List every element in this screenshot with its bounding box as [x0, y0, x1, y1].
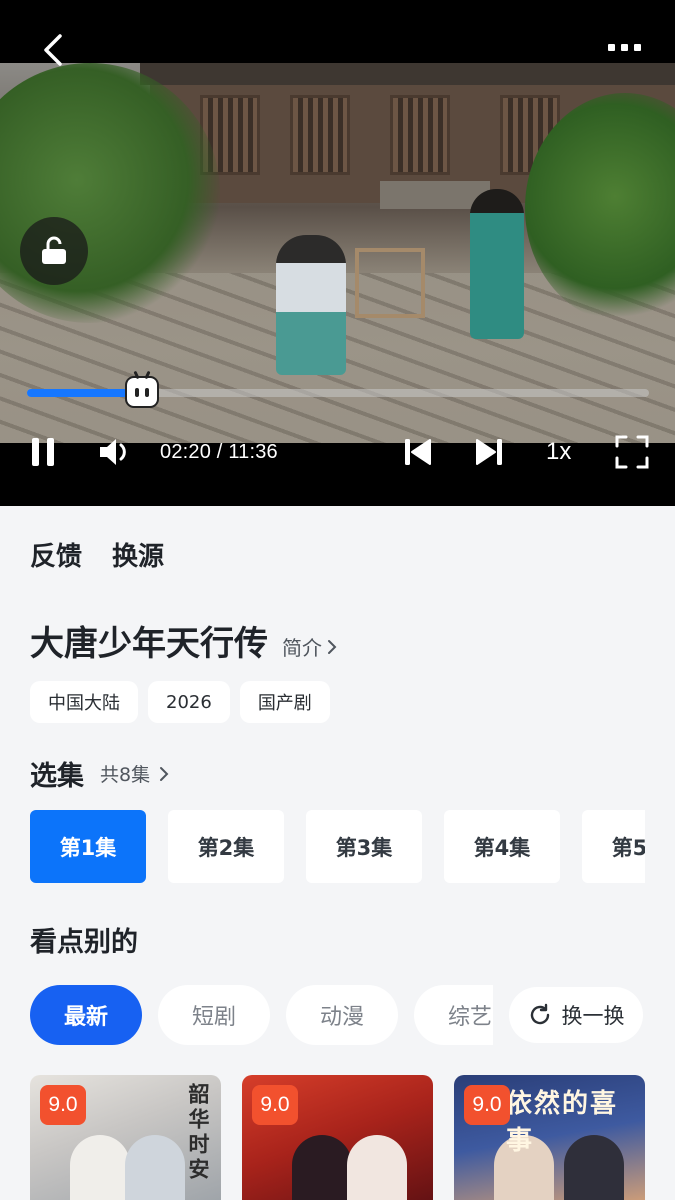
progress-thumb-mascot-icon[interactable] [125, 376, 160, 408]
more-dots-icon [608, 44, 615, 51]
episode-item[interactable]: 第3集 [306, 810, 422, 883]
episode-list[interactable]: 第1集 第2集 第3集 第4集 第5集 [30, 810, 645, 884]
category-tab-anime[interactable]: 动漫 [286, 985, 398, 1045]
poster-card[interactable]: 依然的喜事 9.0 [454, 1075, 645, 1200]
scene-roof [140, 63, 675, 85]
category-tab-short-drama[interactable]: 短剧 [158, 985, 270, 1045]
episodes-count: 共8集 [100, 764, 151, 786]
episodes-header: 选集 共8集 [30, 754, 170, 793]
category-tabs[interactable]: 最新 短剧 动漫 综艺 [30, 985, 493, 1045]
episode-item[interactable]: 第1集 [30, 810, 146, 883]
screen-lock-button[interactable] [20, 217, 88, 285]
scene-window [290, 95, 350, 175]
chevron-right-icon [328, 639, 337, 654]
recommend-title: 看点别的 [30, 927, 138, 958]
previous-episode-button[interactable] [403, 430, 433, 474]
episodes-all-link[interactable]: 共8集 [100, 760, 170, 787]
tag-genre: 国产剧 [239, 681, 330, 723]
poster-art [292, 1135, 352, 1200]
title-row: 大唐少年天行传 简介 [30, 616, 338, 665]
tag-year: 2026 [148, 681, 230, 723]
playback-speed-button[interactable]: 1x [546, 430, 571, 474]
episodes-title: 选集 [30, 761, 84, 792]
score-badge: 9.0 [40, 1085, 86, 1125]
playback-time: 02:20 / 11:36 [160, 440, 278, 463]
progress-bar[interactable] [27, 389, 649, 397]
skip-next-icon [476, 439, 502, 465]
score-badge: 9.0 [252, 1085, 298, 1125]
video-frame[interactable] [0, 63, 675, 443]
chevron-right-icon [160, 766, 169, 781]
scene-crate [355, 248, 425, 318]
episode-item[interactable]: 第2集 [168, 810, 284, 883]
poster-art [70, 1135, 130, 1200]
fullscreen-button[interactable] [615, 430, 649, 474]
recommend-header: 看点别的 [30, 920, 138, 959]
tag-list: 中国大陆 2026 国产剧 [30, 681, 330, 723]
poster-title-art: 依然的喜事 [506, 1089, 619, 1156]
switch-source-button[interactable]: 换源 [112, 536, 164, 573]
next-episode-button[interactable] [474, 430, 504, 474]
refresh-button[interactable]: 换一换 [509, 987, 643, 1043]
show-title: 大唐少年天行传 [30, 624, 268, 664]
episode-item[interactable]: 第4集 [444, 810, 560, 883]
poster-title-art: 韶华时安 [186, 1083, 211, 1183]
intro-label: 简介 [282, 636, 322, 660]
episode-item[interactable]: 第5集 [582, 810, 645, 883]
action-row: 反馈 换源 [30, 536, 164, 573]
category-tab-latest[interactable]: 最新 [30, 985, 142, 1045]
scene-actor [276, 235, 346, 375]
intro-link[interactable]: 简介 [282, 632, 338, 661]
poster-art [347, 1135, 407, 1200]
skip-previous-icon [405, 439, 431, 465]
volume-icon [100, 439, 126, 465]
player-controls: 02:20 / 11:36 1x [0, 430, 675, 474]
refresh-label: 换一换 [561, 1004, 625, 1028]
back-button[interactable] [40, 32, 66, 68]
feedback-button[interactable]: 反馈 [30, 536, 82, 573]
scene-window [390, 95, 450, 175]
score-badge: 9.0 [464, 1085, 510, 1125]
poster-art [125, 1135, 185, 1200]
chevron-left-icon [44, 34, 62, 66]
tag-region: 中国大陆 [30, 681, 138, 723]
category-tab-variety[interactable]: 综艺 [414, 985, 493, 1045]
unlock-icon [42, 236, 66, 264]
fullscreen-icon [615, 435, 649, 469]
poster-grid: 韶华时安 9.0 9.0 依然的喜事 9.0 [30, 1075, 645, 1200]
scene-actor [470, 189, 524, 339]
volume-button[interactable] [98, 430, 132, 474]
poster-card[interactable]: 9.0 [242, 1075, 433, 1200]
poster-card[interactable]: 韶华时安 9.0 [30, 1075, 221, 1200]
detail-content: 反馈 换源 大唐少年天行传 简介 中国大陆 2026 国产剧 选集 共8集 第1… [0, 506, 675, 1200]
video-player[interactable]: 02:20 / 11:36 1x [0, 0, 675, 506]
more-button[interactable] [608, 44, 641, 51]
pause-button[interactable] [30, 430, 56, 474]
pause-icon [32, 438, 54, 466]
refresh-icon [530, 1003, 549, 1025]
